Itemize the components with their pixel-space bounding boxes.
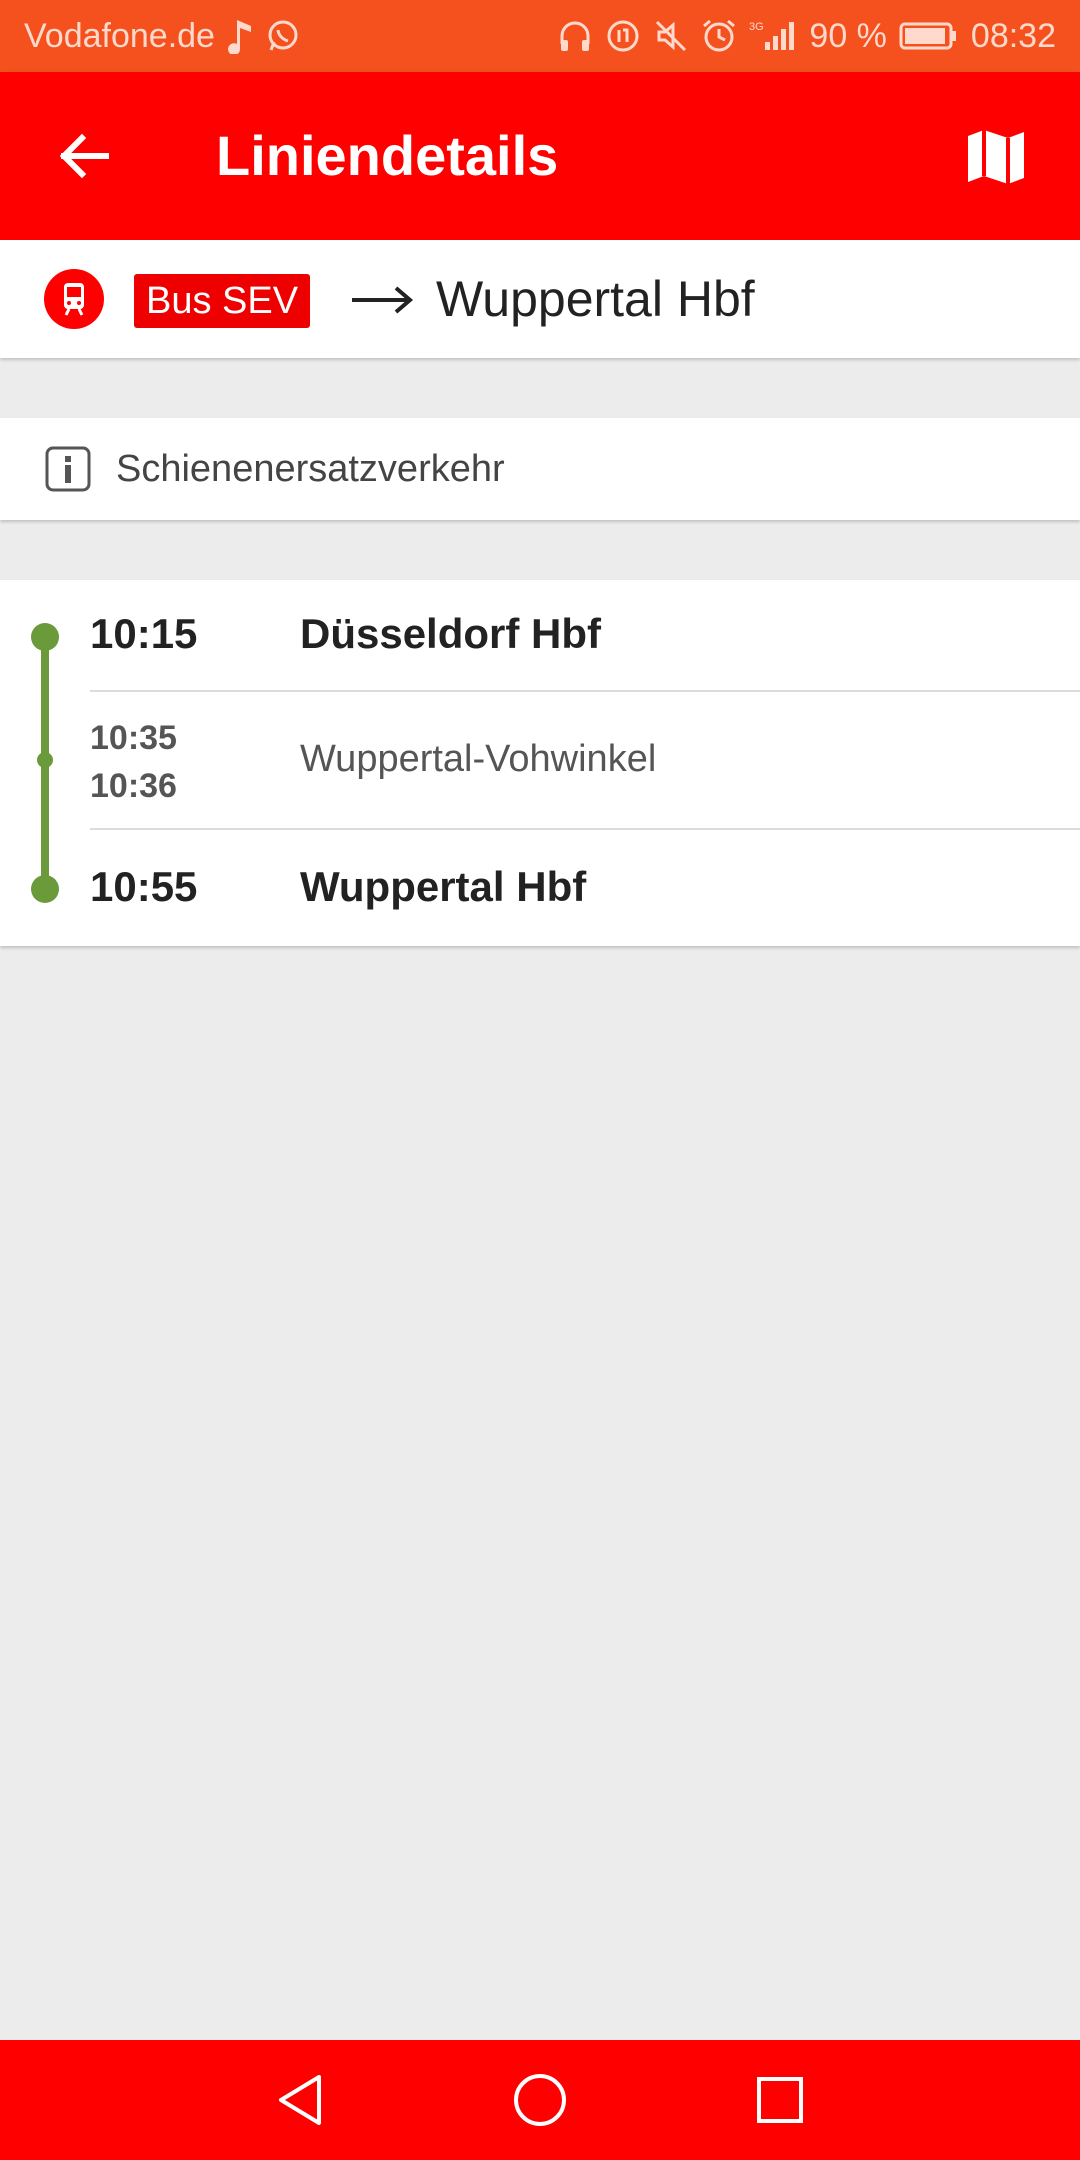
line-label-badge: Bus SEV <box>134 274 311 328</box>
alarm-icon <box>701 16 737 56</box>
info-icon <box>45 446 91 492</box>
stop-dot-intermediate <box>37 752 53 768</box>
clock: 08:32 <box>970 16 1056 55</box>
headphones-icon <box>557 16 593 56</box>
home-circle-icon <box>514 2074 566 2126</box>
nav-recents-button[interactable] <box>750 2070 810 2130</box>
recents-square-icon <box>757 2077 803 2123</box>
stop-arrival-time: 10:35 <box>90 719 177 757</box>
nav-back-button[interactable] <box>270 2070 330 2130</box>
stop-time: 10:55 <box>90 863 198 910</box>
stop-divider <box>90 690 1080 692</box>
destination-label: Wuppertal Hbf <box>436 271 755 327</box>
info-card[interactable]: Schienenersatzverkehr <box>0 418 1080 520</box>
app-bar: Liniendetails <box>0 72 1080 240</box>
map-button[interactable] <box>936 96 1056 216</box>
stop-row-intermediate[interactable]: 10:35 10:36 Wuppertal-Vohwinkel <box>90 714 1080 810</box>
stop-dot-start <box>31 623 59 651</box>
info-text: Schienenersatzverkehr <box>116 448 505 490</box>
data-saver-icon <box>605 16 641 56</box>
stop-dot-end <box>31 875 59 903</box>
status-bar: Vodafone.de 3G 90 % 08:32 <box>0 0 1080 72</box>
train-icon <box>44 269 104 329</box>
battery-percent: 90 % <box>809 16 887 55</box>
stop-name: Wuppertal Hbf <box>300 863 587 910</box>
stops-list: 10:15 Düsseldorf Hbf 10:35 10:36 Wuppert… <box>0 580 1080 946</box>
stop-row-start[interactable]: 10:15 Düsseldorf Hbf <box>90 610 1080 666</box>
music-note-icon <box>227 16 253 56</box>
page-title: Liniendetails <box>216 124 559 187</box>
back-button[interactable] <box>0 72 168 240</box>
stop-time: 10:15 <box>90 610 198 657</box>
stop-name: Düsseldorf Hbf <box>300 610 602 657</box>
long-arrow-right-icon <box>352 286 414 314</box>
status-bar-left: Vodafone.de <box>24 16 301 56</box>
stop-row-end[interactable]: 10:55 Wuppertal Hbf <box>90 863 1080 919</box>
mute-icon <box>653 16 689 56</box>
carrier-name: Vodafone.de <box>24 16 215 55</box>
stop-divider <box>90 828 1080 830</box>
line-header: Bus SEV Wuppertal Hbf <box>0 240 1080 358</box>
signal-icon: 3G <box>749 16 797 56</box>
battery-icon <box>899 16 959 56</box>
stop-name: Wuppertal-Vohwinkel <box>300 738 657 780</box>
navigation-bar <box>0 2040 1080 2160</box>
status-bar-right: 3G 90 % 08:32 <box>557 16 1056 56</box>
nav-home-button[interactable] <box>510 2070 570 2130</box>
back-triangle-icon <box>279 2075 321 2125</box>
stop-departure-time: 10:36 <box>90 767 177 805</box>
whatsapp-icon <box>265 16 301 56</box>
arrow-left-icon <box>59 133 109 179</box>
map-icon <box>968 130 1024 184</box>
network-type-label: 3G <box>749 21 764 33</box>
